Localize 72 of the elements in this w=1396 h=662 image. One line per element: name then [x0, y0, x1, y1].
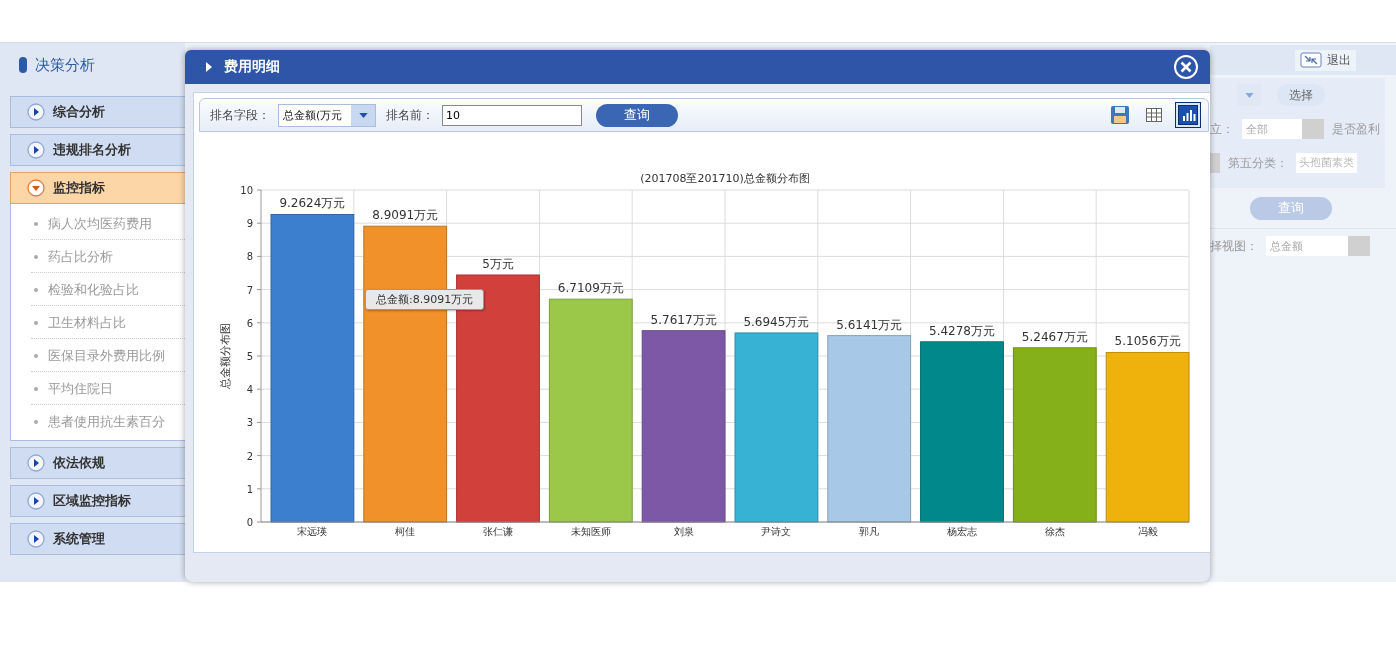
axis-tick-label: 郭凡 — [859, 526, 880, 537]
field-label: 择视图： — [1210, 237, 1258, 255]
axis-tick-label: 刘泉 — [673, 526, 694, 537]
axis-tick-label: 0 — [246, 517, 253, 528]
input-field[interactable]: 10 — [442, 104, 582, 126]
axis-tick-label: 杨宏志 — [947, 526, 977, 537]
close-button[interactable] — [1174, 55, 1198, 79]
chart-title: (201708至201710)总金额分布图 — [640, 172, 810, 185]
caret-right-icon — [27, 141, 45, 159]
axis-tick-label: 冯毅 — [1137, 526, 1158, 537]
caret-right-icon — [206, 62, 212, 72]
value-label: 5.6141万元 — [836, 317, 903, 332]
menu-group[interactable]: 区域监控指标 — [10, 485, 185, 517]
axis-tick-label: 10 — [240, 185, 253, 196]
close-icon — [1174, 55, 1198, 79]
table-view-button[interactable] — [1144, 106, 1164, 124]
dialog-title: 费用明细 — [224, 58, 281, 76]
value-label: 5万元 — [482, 257, 514, 271]
axis-tick-label: 2 — [246, 450, 253, 462]
menu-group[interactable]: 依法依规 — [10, 447, 185, 479]
value-label: 8.9091万元 — [372, 208, 439, 223]
menu-group[interactable]: 系统管理 — [10, 523, 185, 555]
field-label: 排名字段： — [210, 106, 270, 124]
field-label: 是否盈利 — [1332, 120, 1380, 138]
value-label: 5.2467万元 — [1021, 329, 1088, 344]
value-label: 9.2624万元 — [279, 196, 346, 211]
axis-tick-label: 1 — [246, 483, 253, 495]
axis-tick-label: 宋远瑛 — [297, 526, 328, 537]
caret-down-icon — [27, 179, 45, 197]
axis-tick-label: 未知医师 — [570, 526, 611, 537]
axis-title: 总金额分布图 — [219, 323, 232, 389]
axis-tick-label: 4 — [246, 384, 253, 396]
menu-group[interactable]: 违规排名分析 — [10, 134, 185, 166]
axis-tick-label: 张仁谦 — [483, 526, 513, 537]
caret-right-icon — [27, 530, 45, 548]
save-button[interactable] — [1108, 103, 1132, 127]
value-label: 5.7617万元 — [650, 312, 717, 327]
axis-tick-label: 7 — [246, 284, 253, 296]
value-label: 5.6945万元 — [743, 314, 810, 329]
field-label: 第五分类： — [1228, 154, 1288, 172]
caret-right-icon — [27, 103, 45, 121]
caret-right-icon — [27, 454, 45, 472]
axis-tick-label: 徐杰 — [1044, 526, 1065, 537]
axis-tick-label: 尹诗文 — [761, 526, 792, 537]
axis-tick-label: 5 — [246, 351, 253, 362]
bar-chart-icon — [1178, 105, 1198, 125]
exit-button[interactable]: 退出 — [1295, 49, 1356, 71]
field-label: 立： — [1210, 120, 1234, 138]
query-button[interactable]: 查询 — [596, 103, 678, 127]
value-label: 5.1056万元 — [1114, 334, 1181, 349]
value-label: 6.7109万元 — [557, 281, 624, 296]
caret-right-icon — [27, 492, 45, 510]
caret-down-icon — [358, 112, 368, 118]
dropdown[interactable]: 总金额(万元 — [278, 103, 376, 127]
tooltip: 总金额:8.9091万元 — [365, 289, 485, 310]
table-icon — [1146, 108, 1162, 122]
menu-item[interactable]: 患者使用抗生素百分 — [31, 406, 185, 437]
chart-view-button[interactable] — [1176, 103, 1200, 127]
field-label: 排名前： — [386, 106, 434, 124]
pill-icon — [19, 57, 27, 73]
select-button[interactable]: 选择 — [1277, 84, 1325, 106]
shrink-icon — [1300, 52, 1322, 68]
axis-tick-label: 9 — [246, 218, 253, 230]
axis-tick-label: 6 — [246, 317, 253, 329]
sidebar-title: 决策分析 — [35, 55, 95, 75]
caret-down-icon — [1244, 92, 1254, 98]
axis-tick-label: 8 — [246, 251, 253, 263]
menu-group[interactable]: 监控指标 — [10, 172, 185, 204]
menu-group[interactable]: 综合分析 — [10, 96, 185, 128]
value-label: 5.4278万元 — [929, 323, 995, 338]
axis-tick-label: 3 — [246, 417, 253, 429]
axis-tick-label: 柯佳 — [395, 526, 416, 537]
